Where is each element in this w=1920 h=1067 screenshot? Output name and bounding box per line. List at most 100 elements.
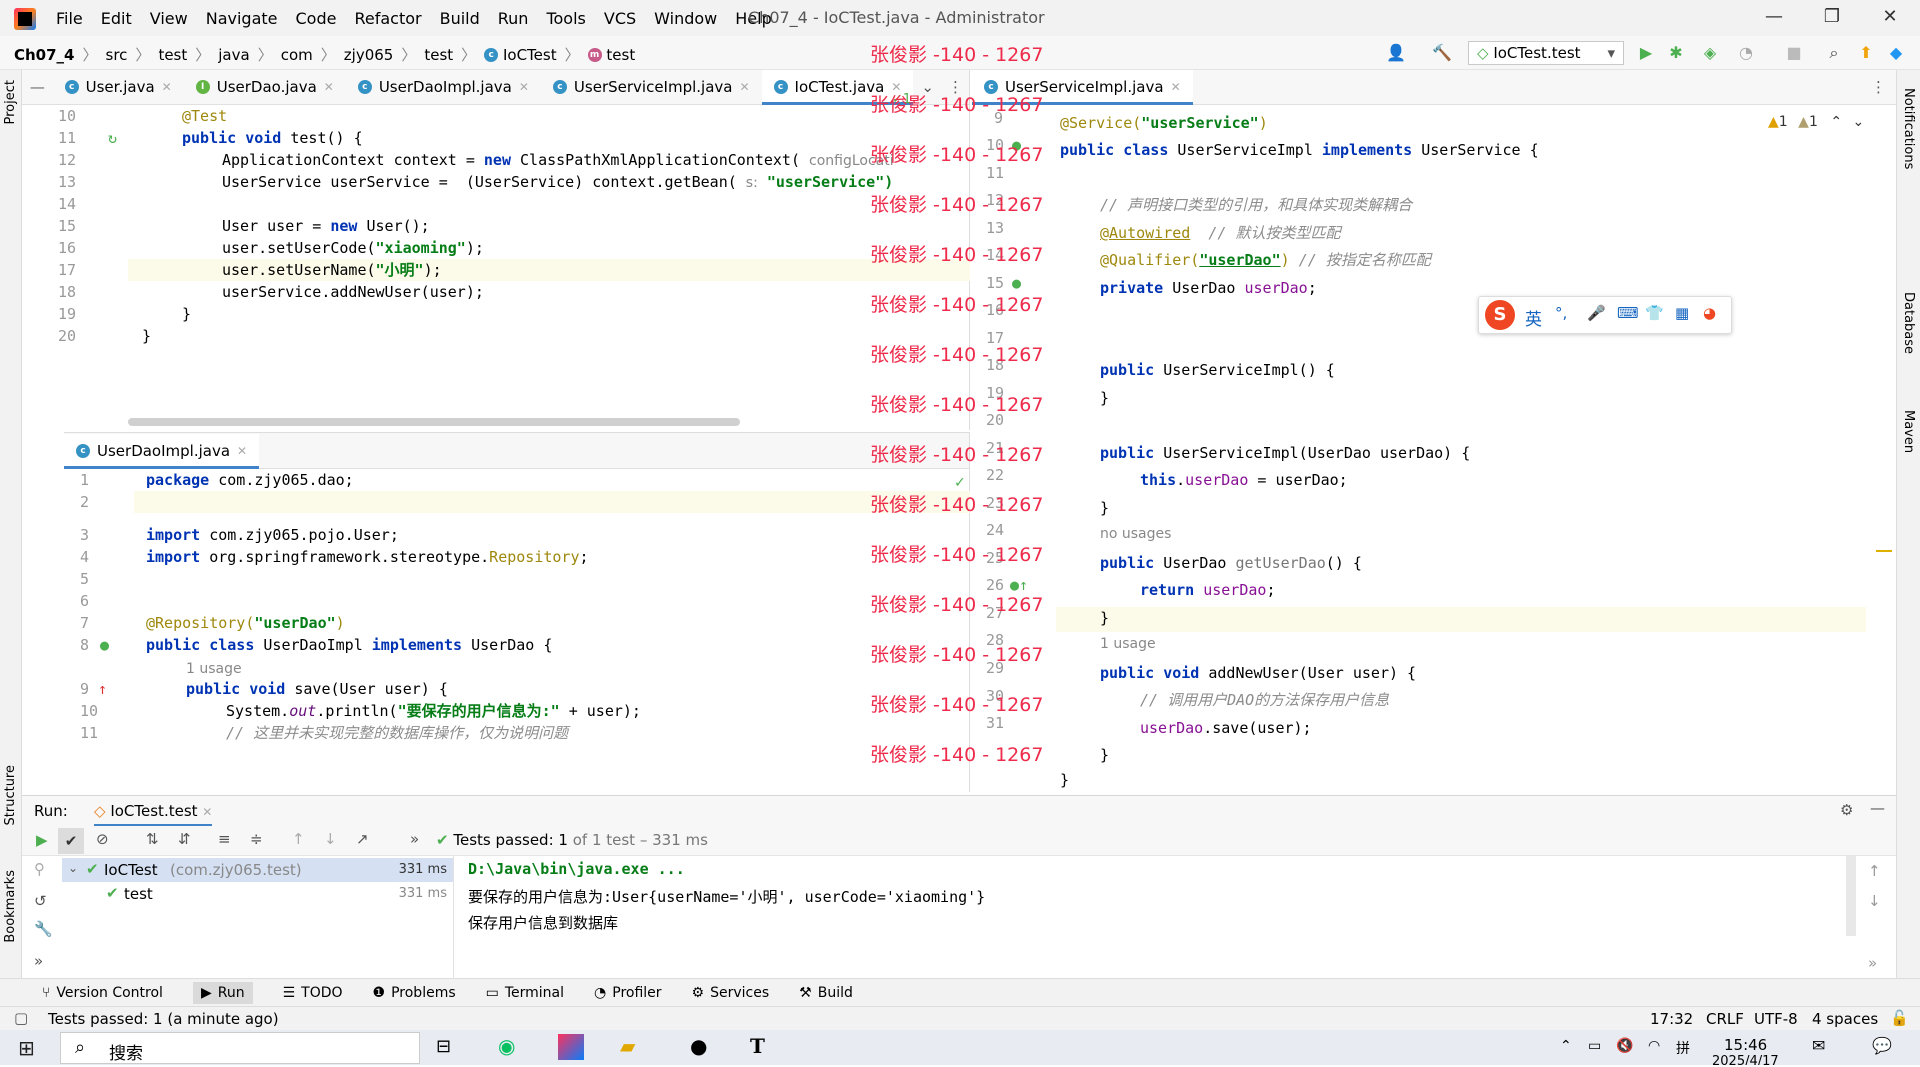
scroll-up-icon[interactable]: ↑ bbox=[1868, 862, 1881, 880]
collapse-all-icon[interactable]: ≑ bbox=[250, 830, 263, 848]
right-editor-code[interactable]: @Service("userService") public class Use… bbox=[1060, 105, 1866, 792]
breadcrumb-zjy065[interactable]: zjy065 bbox=[344, 46, 394, 64]
more-icon[interactable]: ⋮ bbox=[1861, 78, 1896, 96]
close-tab-icon[interactable]: ✕ bbox=[324, 80, 334, 94]
project-tool-button[interactable]: Project bbox=[3, 80, 18, 124]
task-view-icon[interactable]: ⊟ bbox=[436, 1036, 451, 1057]
tab-user-java[interactable]: c User.java ✕ bbox=[53, 70, 184, 104]
more-icon[interactable]: » bbox=[34, 952, 43, 970]
implements-gutter-icon[interactable]: ●↑ bbox=[1010, 574, 1028, 596]
more-actions-icon[interactable]: » bbox=[410, 830, 419, 848]
tool-tab-problems[interactable]: ❶ Problems bbox=[373, 985, 456, 1001]
tray-chevron-up-icon[interactable]: ⌃ bbox=[1560, 1038, 1572, 1054]
notification-center-icon[interactable]: 💬 bbox=[1872, 1036, 1892, 1055]
tool-tab-terminal[interactable]: ▭ Terminal bbox=[486, 985, 564, 1001]
sogou-logo-icon[interactable]: S bbox=[1485, 300, 1515, 330]
menu-navigate[interactable]: Navigate bbox=[206, 9, 278, 28]
hide-panel-icon[interactable]: — bbox=[1870, 799, 1885, 817]
expand-all-icon[interactable]: ≡ bbox=[218, 830, 231, 848]
breadcrumb-test[interactable]: test bbox=[158, 46, 187, 64]
tab-userdao-java[interactable]: I UserDao.java ✕ bbox=[184, 70, 346, 104]
update-icon[interactable]: ⬆ bbox=[1856, 43, 1876, 63]
layout-icon[interactable]: ▢ bbox=[14, 1009, 28, 1027]
tab-userserviceimpl-java[interactable]: c UserServiceImpl.java ✕ bbox=[972, 70, 1193, 105]
intellij-taskbar-icon[interactable] bbox=[558, 1034, 584, 1060]
user-icon[interactable]: 👤 bbox=[1386, 43, 1406, 63]
jetbrains-icon[interactable]: ◆ bbox=[1886, 43, 1906, 63]
database-tool-button[interactable]: Database bbox=[1901, 292, 1916, 354]
coverage-icon[interactable]: ◈ bbox=[1700, 43, 1720, 63]
close-tab-icon[interactable]: ✕ bbox=[739, 80, 749, 94]
maven-tool-button[interactable]: Maven bbox=[1901, 410, 1916, 453]
search-icon[interactable]: ⌕ bbox=[1824, 43, 1844, 63]
override-gutter-icon[interactable]: ↑ bbox=[98, 678, 107, 700]
bookmarks-tool-button[interactable]: Bookmarks bbox=[3, 870, 18, 943]
taskbar-date[interactable]: 2025/4/17 bbox=[1712, 1054, 1779, 1065]
wechat-work-icon[interactable]: ✉ bbox=[1812, 1036, 1825, 1055]
qq-icon[interactable]: ● bbox=[690, 1034, 707, 1058]
sort-duration-icon[interactable]: ⇵ bbox=[178, 830, 191, 848]
next-test-icon[interactable]: ↓ bbox=[324, 830, 337, 848]
tab-list-chevron-icon[interactable]: ⌄ bbox=[913, 78, 942, 96]
menu-run[interactable]: Run bbox=[498, 9, 529, 28]
tab-userserviceimpl-java[interactable]: c UserServiceImpl.java ✕ bbox=[541, 70, 762, 104]
profile-icon[interactable]: ◔ bbox=[1736, 43, 1756, 63]
intellij-logo-icon[interactable] bbox=[14, 8, 36, 30]
settings-gear-icon[interactable]: ⚙ bbox=[1840, 801, 1853, 819]
microphone-icon[interactable]: 🎤 bbox=[1587, 304, 1606, 322]
tool-tab-version-control[interactable]: ⑂ Version Control bbox=[42, 985, 163, 1001]
rerun-icon[interactable]: ▶ bbox=[36, 831, 48, 849]
tool-tab-profiler[interactable]: ◔ Profiler bbox=[594, 985, 662, 1001]
export-icon[interactable]: ↗ bbox=[356, 830, 369, 848]
split-editor-code[interactable]: package com.zjy065.dao; import com.zjy06… bbox=[146, 469, 956, 789]
tool-tab-services[interactable]: ⚙ Services bbox=[692, 985, 770, 1001]
menu-vcs[interactable]: VCS bbox=[604, 9, 636, 28]
wrench-icon[interactable]: 🔧 bbox=[34, 920, 53, 938]
lock-icon[interactable]: 🔓 bbox=[1890, 1009, 1909, 1027]
breadcrumb-test-pkg[interactable]: test bbox=[424, 46, 453, 64]
sort-alpha-icon[interactable]: ⇅ bbox=[146, 830, 159, 848]
breadcrumb-class[interactable]: c IoCTest bbox=[484, 46, 557, 64]
usage-hint[interactable]: 1 usage bbox=[1100, 636, 1156, 652]
menu-code[interactable]: Code bbox=[296, 9, 337, 28]
tool-tab-build[interactable]: ⚒ Build bbox=[799, 985, 853, 1001]
more-icon[interactable]: » bbox=[1868, 954, 1877, 972]
run-configuration-select[interactable]: ◇ IoCTest.test ▾ bbox=[1468, 41, 1624, 65]
punctuation-icon[interactable]: °, bbox=[1555, 304, 1567, 322]
chevron-down-icon[interactable]: ⌄ bbox=[68, 861, 78, 875]
ime-toolbar[interactable]: S 英 °, 🎤 ⌨ 👕 ▦ ◕ bbox=[1478, 296, 1732, 334]
tree-row[interactable]: ✔ test 331 ms bbox=[62, 882, 453, 906]
wifi-icon[interactable]: ◠ bbox=[1648, 1038, 1660, 1054]
breadcrumb-project[interactable]: Ch07_4 bbox=[14, 46, 75, 64]
typora-icon[interactable]: T bbox=[750, 1034, 765, 1058]
run-tab[interactable]: ◇ IoCTest.test ✕ bbox=[94, 802, 213, 827]
close-tab-icon[interactable]: ✕ bbox=[202, 805, 212, 819]
menu-file[interactable]: File bbox=[56, 9, 83, 28]
implemented-gutter-icon[interactable]: ● bbox=[100, 634, 109, 656]
run-icon[interactable]: ▶ bbox=[1636, 43, 1656, 63]
structure-tool-button[interactable]: Structure bbox=[3, 765, 18, 825]
breadcrumb-java[interactable]: java bbox=[218, 46, 249, 64]
mascot-icon[interactable]: ◕ bbox=[1703, 304, 1716, 322]
file-explorer-icon[interactable]: ▰ bbox=[620, 1034, 635, 1058]
line-separator[interactable]: CRLF bbox=[1706, 1010, 1744, 1028]
console-output[interactable]: D:\Java\bin\java.exe ... 要保存的用户信息为:User{… bbox=[454, 856, 1864, 979]
close-tab-icon[interactable]: ✕ bbox=[162, 80, 172, 94]
windows-start-icon[interactable]: ⊞ bbox=[18, 1036, 35, 1060]
taskbar-clock[interactable]: 15:46 bbox=[1724, 1036, 1767, 1054]
indent-setting[interactable]: 4 spaces bbox=[1812, 1010, 1878, 1028]
skin-icon[interactable]: 👕 bbox=[1645, 304, 1664, 322]
volume-icon[interactable]: 🔇 bbox=[1616, 1038, 1633, 1054]
menu-view[interactable]: View bbox=[150, 9, 188, 28]
breadcrumb-src[interactable]: src bbox=[106, 46, 128, 64]
minimize-icon[interactable]: — bbox=[1762, 6, 1786, 30]
menu-refactor[interactable]: Refactor bbox=[354, 9, 421, 28]
maximize-icon[interactable]: ❐ bbox=[1820, 6, 1844, 30]
restore-layout-icon[interactable]: ↺ bbox=[34, 892, 47, 910]
caret-position[interactable]: 17:32 bbox=[1650, 1010, 1693, 1028]
usage-hint[interactable]: 1 usage bbox=[186, 661, 242, 677]
show-passed-icon[interactable]: ✔ bbox=[58, 828, 84, 854]
menu-build[interactable]: Build bbox=[440, 9, 480, 28]
menu-edit[interactable]: Edit bbox=[101, 9, 132, 28]
tab-userdaoimpl-java[interactable]: c UserDaoImpl.java ✕ bbox=[64, 433, 260, 469]
